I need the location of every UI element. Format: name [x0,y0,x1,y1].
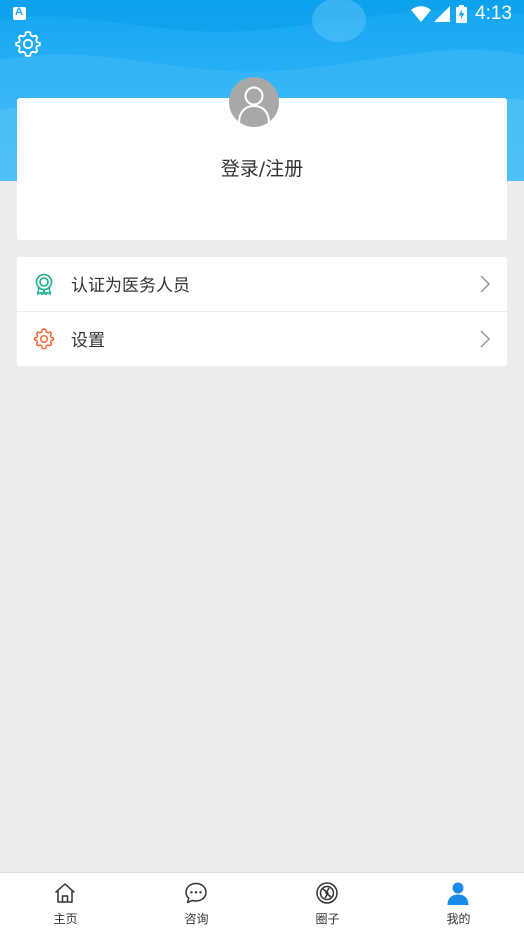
user-avatar-icon[interactable] [229,77,279,127]
chevron-right-icon [480,275,491,293]
status-bar: 4:13 [0,0,524,28]
nav-tab-label: 主页 [53,912,78,926]
status-time: 4:13 [475,3,512,24]
status-icons: 4:13 [411,3,512,25]
wifi-icon [411,6,432,22]
chevron-right-icon [480,330,491,348]
avatar-silhouette [238,86,270,124]
circle-icon [316,882,338,904]
nav-tab-label: 圈子 [315,912,340,926]
chat-icon [185,882,207,904]
menu-item-label: 认证为医务人员 [71,276,190,296]
nav-tab-circle[interactable]: 圈子 [262,873,393,932]
header-settings-button[interactable] [14,30,42,58]
bottom-navigation: 主页 咨询 圈子 我的 [0,872,524,932]
battery-charging-icon [456,5,468,23]
menu-item-label: 设置 [71,331,105,351]
nav-tab-consult[interactable]: 咨询 [131,873,262,932]
menu-item-settings[interactable]: 设置 [17,312,507,366]
gear-icon [33,328,55,350]
signal-icon [434,6,451,22]
badge-icon [35,273,53,295]
nav-tab-home[interactable]: 主页 [0,873,131,932]
home-icon [54,883,76,903]
nav-tab-mine[interactable]: 我的 [393,873,524,932]
gear-icon [15,31,41,57]
user-icon [447,882,469,905]
nav-tab-label: 我的 [446,912,471,926]
nav-tab-label: 咨询 [184,912,209,926]
menu-card: 认证为医务人员 设置 [17,257,507,366]
login-register-link[interactable]: 登录/注册 [0,154,524,181]
menu-item-certify-medical[interactable]: 认证为医务人员 [17,257,507,311]
app-notification-icon [13,6,26,20]
